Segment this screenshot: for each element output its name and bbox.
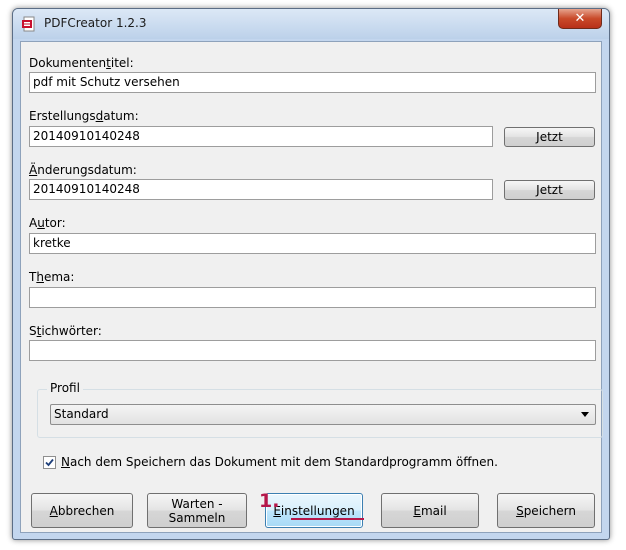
warten-sammeln-button[interactable]: Warten - Sammeln [147, 493, 247, 528]
step-number-annotation: 1. [259, 490, 280, 512]
erstellungsdatum-jetzt-button[interactable]: Jetzt [504, 127, 595, 147]
thema-field[interactable] [29, 287, 596, 308]
einstellungen-button[interactable]: Einstellungen [265, 493, 363, 528]
einstellungen-highlight-underline [291, 518, 364, 520]
close-button[interactable]: ✕ [558, 9, 602, 29]
aenderungsdatum-field[interactable]: 20140910140248 [29, 179, 493, 200]
abbrechen-button[interactable]: Abbrechen [31, 493, 133, 528]
checkmark-icon [45, 458, 54, 467]
email-button[interactable]: Email [381, 493, 479, 528]
speichern-button[interactable]: Speichern [497, 493, 595, 528]
thema-label: Thema: [29, 270, 75, 284]
pdfcreator-app-icon [21, 16, 37, 32]
window-title: PDFCreator 1.2.3 [44, 16, 147, 30]
profil-select[interactable]: Standard [50, 404, 596, 425]
stichwoerter-label: Stichwörter: [29, 324, 102, 338]
open-after-save-checkbox[interactable] [43, 456, 56, 469]
dialog-client-area: Dokumententitel: pdf mit Schutz versehen… [20, 41, 603, 533]
close-icon: ✕ [574, 11, 586, 26]
title-bar[interactable]: PDFCreator 1.2.3 ✕ [13, 9, 609, 39]
open-after-save-label[interactable]: Nach dem Speichern das Dokument mit dem … [61, 455, 498, 469]
dokumententitel-label: Dokumententitel: [29, 56, 134, 70]
profil-legend: Profil [47, 381, 83, 395]
autor-label: Autor: [29, 216, 66, 230]
aenderungsdatum-label: Änderungsdatum: [29, 163, 137, 177]
erstellungsdatum-label: Erstellungsdatum: [29, 109, 139, 123]
profil-selected-value: Standard [54, 407, 109, 421]
dokumententitel-field[interactable]: pdf mit Schutz versehen [29, 72, 596, 93]
pdfcreator-window: PDFCreator 1.2.3 ✕ Dokumententitel: pdf … [12, 8, 610, 540]
stichwoerter-field[interactable] [29, 340, 596, 361]
aenderungsdatum-jetzt-button[interactable]: Jetzt [504, 180, 595, 200]
dropdown-arrow-icon[interactable] [581, 412, 589, 417]
erstellungsdatum-field[interactable]: 20140910140248 [29, 126, 493, 147]
autor-field[interactable]: kretke [29, 233, 596, 254]
